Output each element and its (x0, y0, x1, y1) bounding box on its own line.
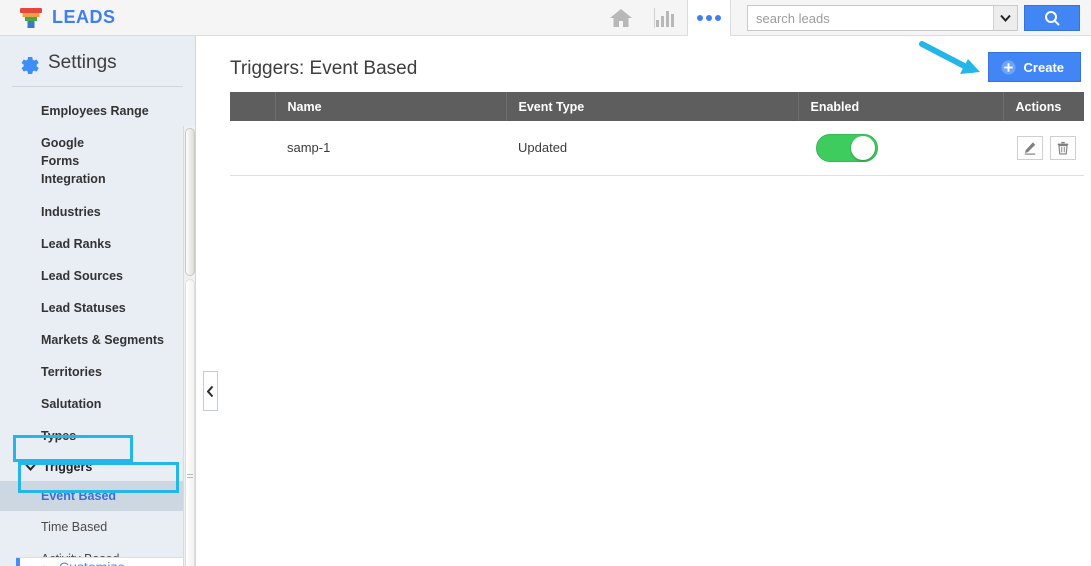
chevron-down-icon[interactable] (993, 6, 1017, 30)
delete-row-button[interactable] (1050, 135, 1076, 160)
sidebar-scrollbar[interactable] (183, 126, 195, 566)
column-header-actions: Actions (1003, 92, 1084, 121)
edit-row-button[interactable] (1017, 135, 1043, 160)
annotation-arrow (919, 41, 980, 74)
top-header-bar: LEADS (0, 0, 1091, 36)
sidebar-item-salutation[interactable]: Salutation (0, 388, 195, 420)
scrollbar-thumb[interactable] (185, 128, 195, 276)
sidebar-divider (12, 86, 183, 87)
row-event-type-cell: Updated (506, 121, 798, 176)
scrollbar-track-lower[interactable] (185, 279, 195, 566)
brand-name: LEADS (52, 7, 116, 27)
customize-app-label: Customize App (59, 559, 153, 566)
column-header-name[interactable]: Name (275, 92, 507, 121)
sidebar-item-google-forms-integration[interactable]: Google Forms Integration (0, 127, 130, 195)
scrollbar-grip-icon (187, 474, 193, 480)
edit-icon (1024, 142, 1036, 155)
sidebar-item-lead-statuses[interactable]: Lead Statuses (0, 292, 195, 324)
search-area (747, 0, 1091, 36)
bar-chart-icon[interactable] (643, 0, 687, 36)
table-header-row: Name Event Type Enabled Actions (230, 92, 1084, 121)
chevron-left-icon (207, 385, 214, 397)
create-button-label: Create (1023, 59, 1064, 75)
table-row: samp-1 Updated (230, 121, 1084, 176)
sidebar-title: Settings (48, 52, 117, 73)
sidebar-item-lead-sources[interactable]: Lead Sources (0, 260, 195, 292)
sidebar-item-event-based[interactable]: Event Based (0, 480, 195, 511)
sidebar-item-employees-range[interactable]: Employees Range (0, 95, 195, 127)
triggers-table: Name Event Type Enabled Actions samp-1 U… (230, 92, 1084, 176)
enabled-toggle[interactable] (816, 133, 878, 162)
customize-app-button[interactable]: Customize App ❯ (16, 557, 184, 566)
column-header-event-type[interactable]: Event Type (506, 92, 799, 121)
plus-circle-icon (1001, 59, 1016, 75)
sidebar-header: Settings (0, 36, 195, 86)
sidebar-item-lead-ranks[interactable]: Lead Ranks (0, 228, 195, 260)
search-input[interactable] (748, 6, 993, 30)
column-header-spacer (230, 92, 276, 121)
main-content: Triggers: Event Based Create Name Event … (197, 36, 1091, 566)
delete-icon (1057, 141, 1069, 155)
brand-logo[interactable]: LEADS (0, 7, 116, 29)
row-enabled-cell (798, 121, 1003, 176)
home-icon[interactable] (599, 0, 643, 36)
header-actions (599, 0, 1091, 36)
more-dots-icon[interactable] (687, 0, 731, 36)
sidebar-item-markets-segments[interactable]: Markets & Segments (0, 324, 195, 356)
sidebar-item-time-based[interactable]: Time Based (0, 511, 195, 543)
sidebar-item-types[interactable]: Types (0, 420, 195, 452)
sidebar-group-triggers[interactable]: Triggers (0, 453, 195, 481)
sidebar-collapse-handle[interactable] (203, 371, 218, 411)
page-title: Triggers: Event Based (230, 58, 418, 79)
funnel-logo-icon (20, 7, 42, 29)
row-name-cell: samp-1 (275, 121, 506, 176)
create-button[interactable]: Create (987, 52, 1081, 82)
column-header-enabled[interactable]: Enabled (798, 92, 1004, 121)
search-box (747, 5, 1018, 31)
sidebar-item-territories[interactable]: Territories (0, 356, 195, 388)
sidebar-item-industries[interactable]: Industries (0, 196, 195, 228)
gear-icon (21, 56, 39, 74)
settings-sidebar: Settings Employees Range Google Forms In… (0, 36, 196, 566)
sidebar-group-triggers-label: Triggers (43, 459, 93, 474)
sidebar-nav-list: Employees Range Google Forms Integration… (0, 95, 195, 566)
row-actions-cell (1003, 121, 1084, 176)
toggle-knob (851, 135, 875, 160)
chevron-down-icon (25, 463, 36, 471)
row-spacer-cell (230, 121, 275, 176)
search-button[interactable] (1024, 5, 1080, 31)
